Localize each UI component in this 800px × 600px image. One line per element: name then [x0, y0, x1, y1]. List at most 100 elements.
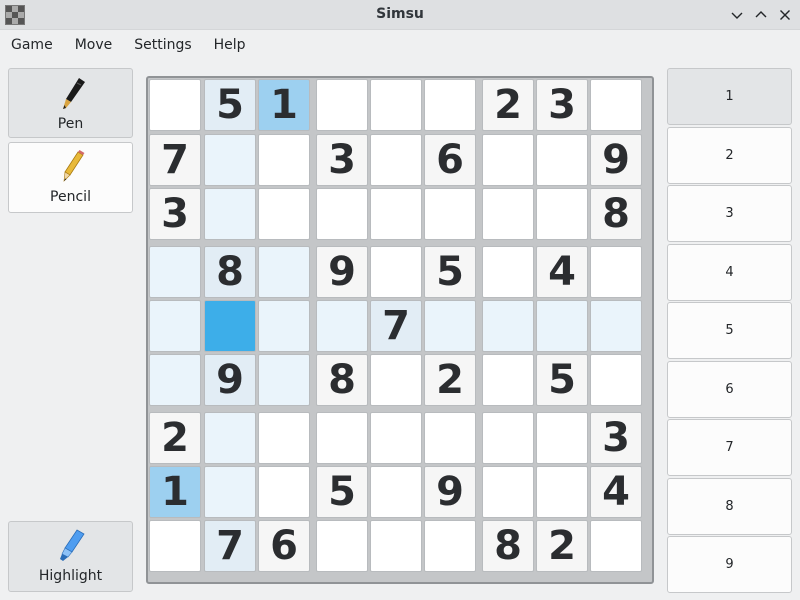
- cell-r8-c1[interactable]: 1: [149, 466, 201, 518]
- cell-r4-c7[interactable]: [482, 246, 534, 298]
- cell-r4-c8[interactable]: 4: [536, 246, 588, 298]
- cell-r2-c9[interactable]: 9: [590, 134, 642, 186]
- menu-move[interactable]: Move: [64, 31, 124, 59]
- cell-r7-c3[interactable]: [258, 412, 310, 464]
- cell-r7-c9[interactable]: 3: [590, 412, 642, 464]
- cell-r4-c5[interactable]: [370, 246, 422, 298]
- cell-r9-c8[interactable]: 2: [536, 520, 588, 572]
- cell-r6-c8[interactable]: 5: [536, 354, 588, 406]
- cell-r4-c4[interactable]: 9: [316, 246, 368, 298]
- cell-r2-c7[interactable]: [482, 134, 534, 186]
- cell-r3-c7[interactable]: [482, 188, 534, 240]
- cell-r4-c9[interactable]: [590, 246, 642, 298]
- cell-r1-c3[interactable]: 1: [258, 79, 310, 131]
- menu-settings[interactable]: Settings: [123, 31, 202, 59]
- number-button-6[interactable]: 6: [667, 361, 792, 418]
- cell-r6-c5[interactable]: [370, 354, 422, 406]
- cell-r6-c6[interactable]: 2: [424, 354, 476, 406]
- cell-r5-c2[interactable]: [204, 300, 256, 352]
- minimize-icon[interactable]: [727, 5, 747, 25]
- cell-r1-c6[interactable]: [424, 79, 476, 131]
- cell-r9-c9[interactable]: [590, 520, 642, 572]
- cell-r5-c8[interactable]: [536, 300, 588, 352]
- cell-r1-c5[interactable]: [370, 79, 422, 131]
- cell-r8-c5[interactable]: [370, 466, 422, 518]
- cell-r7-c7[interactable]: [482, 412, 534, 464]
- cell-r8-c9[interactable]: 4: [590, 466, 642, 518]
- cell-r8-c6[interactable]: 9: [424, 466, 476, 518]
- maximize-icon[interactable]: [751, 5, 771, 25]
- cell-r1-c1[interactable]: [149, 79, 201, 131]
- cell-r1-c8[interactable]: 3: [536, 79, 588, 131]
- cell-r6-c9[interactable]: [590, 354, 642, 406]
- cell-r8-c2[interactable]: [204, 466, 256, 518]
- cell-r5-c1[interactable]: [149, 300, 201, 352]
- cell-r3-c9[interactable]: 8: [590, 188, 642, 240]
- close-icon[interactable]: [775, 5, 795, 25]
- cell-r7-c6[interactable]: [424, 412, 476, 464]
- cell-r9-c5[interactable]: [370, 520, 422, 572]
- cell-r3-c3[interactable]: [258, 188, 310, 240]
- cell-r2-c2[interactable]: [204, 134, 256, 186]
- menu-help[interactable]: Help: [203, 31, 257, 59]
- cell-r7-c4[interactable]: [316, 412, 368, 464]
- number-button-7[interactable]: 7: [667, 419, 792, 476]
- number-button-9[interactable]: 9: [667, 536, 792, 593]
- cell-r5-c4[interactable]: [316, 300, 368, 352]
- cell-r7-c1[interactable]: 2: [149, 412, 201, 464]
- cell-r9-c7[interactable]: 8: [482, 520, 534, 572]
- menu-game[interactable]: Game: [0, 31, 64, 59]
- cell-r2-c5[interactable]: [370, 134, 422, 186]
- cell-r8-c3[interactable]: [258, 466, 310, 518]
- cell-r4-c1[interactable]: [149, 246, 201, 298]
- cell-r5-c3[interactable]: [258, 300, 310, 352]
- cell-r8-c8[interactable]: [536, 466, 588, 518]
- cell-r8-c4[interactable]: 5: [316, 466, 368, 518]
- number-button-2[interactable]: 2: [667, 127, 792, 184]
- cell-r9-c1[interactable]: [149, 520, 201, 572]
- cell-r5-c6[interactable]: [424, 300, 476, 352]
- number-button-1[interactable]: 1: [667, 68, 792, 125]
- cell-r9-c2[interactable]: 7: [204, 520, 256, 572]
- number-button-5[interactable]: 5: [667, 302, 792, 359]
- cell-r3-c6[interactable]: [424, 188, 476, 240]
- cell-r9-c4[interactable]: [316, 520, 368, 572]
- cell-r4-c2[interactable]: 8: [204, 246, 256, 298]
- cell-r8-c7[interactable]: [482, 466, 534, 518]
- highlight-button[interactable]: Highlight: [8, 521, 133, 592]
- number-button-3[interactable]: 3: [667, 185, 792, 242]
- cell-r4-c3[interactable]: [258, 246, 310, 298]
- cell-r5-c5[interactable]: 7: [370, 300, 422, 352]
- cell-r3-c4[interactable]: [316, 188, 368, 240]
- cell-r3-c5[interactable]: [370, 188, 422, 240]
- cell-r3-c8[interactable]: [536, 188, 588, 240]
- cell-r6-c4[interactable]: 8: [316, 354, 368, 406]
- cell-r3-c1[interactable]: 3: [149, 188, 201, 240]
- cell-r7-c2[interactable]: [204, 412, 256, 464]
- cell-r6-c1[interactable]: [149, 354, 201, 406]
- cell-r7-c8[interactable]: [536, 412, 588, 464]
- pencil-button[interactable]: Pencil: [8, 142, 133, 213]
- cell-r2-c6[interactable]: 6: [424, 134, 476, 186]
- cell-r4-c6[interactable]: 5: [424, 246, 476, 298]
- cell-r1-c4[interactable]: [316, 79, 368, 131]
- cell-r1-c2[interactable]: 5: [204, 79, 256, 131]
- cell-r5-c9[interactable]: [590, 300, 642, 352]
- number-button-4[interactable]: 4: [667, 244, 792, 301]
- cell-r5-c7[interactable]: [482, 300, 534, 352]
- number-button-8[interactable]: 8: [667, 478, 792, 535]
- cell-r2-c8[interactable]: [536, 134, 588, 186]
- cell-r6-c2[interactable]: 9: [204, 354, 256, 406]
- cell-r9-c6[interactable]: [424, 520, 476, 572]
- cell-r2-c3[interactable]: [258, 134, 310, 186]
- cell-r9-c3[interactable]: 6: [258, 520, 310, 572]
- cell-r2-c1[interactable]: 7: [149, 134, 201, 186]
- cell-r1-c9[interactable]: [590, 79, 642, 131]
- cell-r7-c5[interactable]: [370, 412, 422, 464]
- pen-button[interactable]: Pen: [8, 68, 133, 138]
- cell-r1-c7[interactable]: 2: [482, 79, 534, 131]
- cell-r6-c7[interactable]: [482, 354, 534, 406]
- cell-r6-c3[interactable]: [258, 354, 310, 406]
- cell-r3-c2[interactable]: [204, 188, 256, 240]
- cell-r2-c4[interactable]: 3: [316, 134, 368, 186]
